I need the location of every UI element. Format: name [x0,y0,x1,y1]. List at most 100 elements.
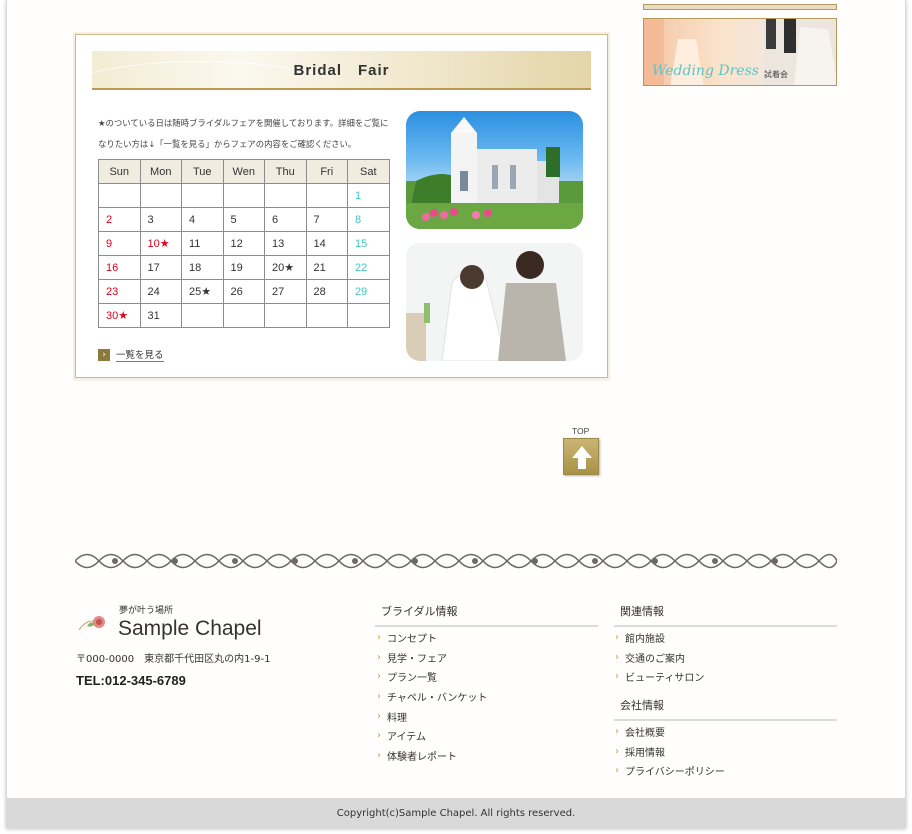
chevron-right-icon: › [377,632,381,644]
footer-link-label: 見学・フェア [387,653,447,665]
footer-link-label: ビューティサロン [625,673,705,685]
footer-link-label: プラン一覧 [387,673,437,685]
calendar-week: 1 [98,183,390,208]
chevron-right-icon: › [377,749,381,761]
footer-bridal-list: › コンセプト › 見学・フェア › プラン一覧 › チャペル・バンケット › 料理 › ア… [377,628,487,765]
calendar-fair-day: 25★ [181,279,224,304]
footer-related-list: › 館内施設 › 交通のご案内 › ビューティサロン [615,628,704,687]
calendar-day: 3 [139,207,182,232]
chevron-right-icon: › [98,348,110,361]
chevron-right-icon: › [615,726,619,738]
view-list-link[interactable]: › 一覧を見る [98,347,164,362]
chevron-right-icon: › [615,765,619,777]
calendar-week: 2 3 4 5 6 7 8 [98,207,390,232]
couple-illustration [406,243,583,361]
footer-link-chapel-banquet[interactable]: › チャペル・バンケット [377,687,487,707]
footer-link-recruit[interactable]: › 採用情報 [615,742,725,762]
chapel-illustration [406,117,583,229]
chevron-right-icon: › [377,730,381,742]
calendar-fair-day: 20★ [264,255,307,280]
footer-related-title: 関連情報 [614,603,837,627]
footer-link-reports[interactable]: › 体験者レポート [377,746,487,766]
chevron-right-icon: › [615,671,619,683]
footer-link-facilities[interactable]: › 館内施設 [615,628,704,648]
calendar-day: 31 [139,303,182,328]
chevron-right-icon: › [377,651,381,663]
chevron-right-icon: › [377,671,381,683]
calendar-day [347,303,390,328]
calendar-week: 16 17 18 19 20★ 21 22 [98,255,390,280]
footer-link-privacy-policy[interactable]: › プライバシーポリシー [615,761,725,781]
wedding-dress-banner[interactable]: Wedding Dress 試着会 [643,18,837,86]
footer-link-items[interactable]: › アイテム [377,726,487,746]
footer-link-label: コンセプト [387,634,437,646]
footer-link-label: プライバシーポリシー [625,767,725,779]
bridal-fair-panel: Bridal Fair ★のついている日は随時ブライダルフェアを開催しております… [75,34,608,378]
calendar-day [264,303,307,328]
back-to-top-button[interactable] [563,438,599,475]
calendar-day: 11 [181,231,224,256]
footer-link-beauty-salon[interactable]: › ビューティサロン [615,667,704,687]
calendar-week: 23 24 25★ 26 27 28 29 [98,279,390,304]
calendar-day: 22 [347,255,390,280]
top-label: TOP [572,426,590,436]
footer-link-concept[interactable]: › コンセプト [377,628,487,648]
footer-link-label: 採用情報 [625,747,665,759]
weekday-mon: Mon [139,159,182,184]
calendar-day: 7 [305,207,348,232]
weekday-sun: Sun [98,159,141,184]
chapel-photo [406,111,583,229]
footer-link-label: 料理 [387,712,407,724]
brand-name[interactable]: Sample Chapel [118,617,262,641]
calendar-day: 26 [222,279,265,304]
footer-link-label: チャペル・バンケット [387,693,488,705]
calendar-day: 21 [305,255,348,280]
calendar-day: 14 [305,231,348,256]
calendar-week: 9 10★ 11 12 13 14 15 [98,231,390,256]
calendar-day: 23 [98,279,141,304]
calendar-day: 28 [305,279,348,304]
chevron-right-icon: › [615,651,619,663]
calendar-weekday-row: Sun Mon Tue Wen Thu Fri Sat [98,159,390,184]
calendar-day [264,183,307,208]
copyright-bar: Copyright(c)Sample Chapel. All rights re… [7,798,905,828]
footer-company-list: › 会社概要 › 採用情報 › プライバシーポリシー [615,722,725,781]
footer-link-access[interactable]: › 交通のご案内 [615,648,704,668]
calendar-day: 27 [264,279,307,304]
chevron-right-icon: › [377,691,381,703]
calendar-day [181,303,224,328]
calendar-day [222,303,265,328]
footer-address: 〒000-0000 東京都千代田区丸の内1-9-1 [76,654,271,665]
calendar-day: 9 [98,231,141,256]
chevron-right-icon: › [377,710,381,722]
footer-link-label: 館内施設 [625,634,665,646]
calendar-day [98,183,141,208]
weekday-tue: Tue [181,159,224,184]
footer-link-company-profile[interactable]: › 会社概要 [615,722,725,742]
view-list-label: 一覧を見る [116,347,164,362]
rose-icon [78,616,105,631]
bridal-fair-description: ★のついている日は随時ブライダルフェアを開催しております。詳細をご覧になりたい方… [98,118,389,149]
fair-calendar: Sun Mon Tue Wen Thu Fri Sat 1 2 3 4 5 6 … [98,159,390,328]
weekday-thu: Thu [264,159,307,184]
footer-link-cuisine[interactable]: › 料理 [377,706,487,726]
calendar-day: 19 [222,255,265,280]
banner-thin[interactable] [643,4,837,10]
footer-link-visit-fair[interactable]: › 見学・フェア [377,648,487,668]
footer-bridal-title: ブライダル情報 [375,603,598,627]
banner-script-text: Wedding Dress [652,63,759,79]
footer-link-label: 会社概要 [625,728,665,740]
calendar-day [181,183,224,208]
calendar-day: 12 [222,231,265,256]
calendar-day [139,183,182,208]
calendar-fair-day: 30★ [98,303,141,328]
footer-tel: TEL:012-345-6789 [76,673,186,688]
footer-link-label: 交通のご案内 [625,653,685,665]
calendar-day [222,183,265,208]
calendar-day: 5 [222,207,265,232]
calendar-day: 24 [139,279,182,304]
footer-link-plans[interactable]: › プラン一覧 [377,667,487,687]
couple-photo [406,243,583,361]
calendar-day: 29 [347,279,390,304]
weekday-sat: Sat [347,159,390,184]
